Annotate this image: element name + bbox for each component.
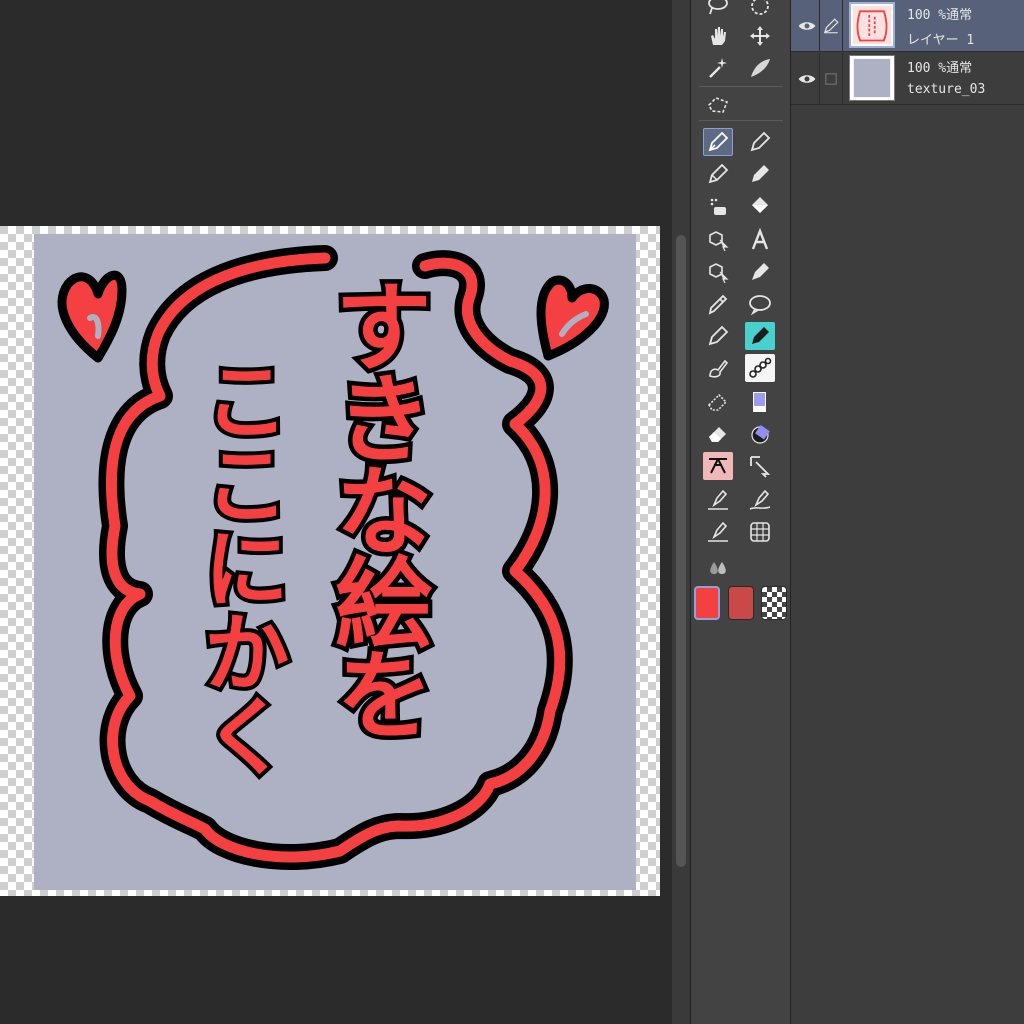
selection-icon[interactable]	[745, 0, 775, 20]
eye-icon[interactable]	[795, 14, 819, 38]
edit-pen-icon[interactable]	[819, 0, 843, 52]
layer-lock-checkbox[interactable]	[819, 53, 843, 105]
main-color-swatch[interactable]	[694, 586, 720, 620]
hard-eraser-icon[interactable]	[703, 420, 733, 448]
figure-decoration-icon[interactable]	[703, 452, 733, 480]
g-pen-icon[interactable]	[703, 322, 733, 350]
layer-thumbnail	[849, 2, 895, 48]
transparent-color-swatch[interactable]	[761, 586, 787, 620]
layer-panel: 100 %通常 レイヤー 1 100 %通常 texture_03	[790, 0, 1024, 1024]
drawing-canvas[interactable]: すきな絵を ここにかく	[0, 226, 660, 896]
brush-stroke-icon[interactable]	[745, 54, 775, 82]
tool-palette	[690, 0, 790, 1024]
hand-icon[interactable]	[703, 22, 733, 50]
tool-separator	[699, 86, 783, 87]
auto-fill-icon[interactable]	[703, 192, 733, 220]
line-pen-icon[interactable]	[703, 486, 733, 514]
marker-icon[interactable]	[745, 128, 775, 156]
teal-pen-icon[interactable]	[745, 322, 775, 350]
layer-opacity-blend: 100 %通常	[907, 61, 973, 76]
ruler-grid-icon[interactable]	[745, 518, 775, 546]
layer-name: texture_03	[907, 82, 986, 97]
scrollbar-thumb[interactable]	[676, 235, 686, 867]
sub-color-swatch[interactable]	[728, 586, 754, 620]
lasso-icon[interactable]	[703, 0, 733, 20]
line-pen-alt-icon[interactable]	[745, 486, 775, 514]
vector-pen-icon[interactable]	[745, 258, 775, 286]
text-tool-icon[interactable]	[745, 226, 775, 254]
selection-pen-icon[interactable]	[703, 90, 733, 118]
magic-wand-icon[interactable]	[703, 54, 733, 82]
operation-icon[interactable]	[703, 258, 733, 286]
blend-icon[interactable]	[703, 354, 733, 382]
soft-eraser-icon[interactable]	[703, 388, 733, 416]
pencil-icon[interactable]	[703, 160, 733, 188]
chain-brush-icon[interactable]	[745, 354, 775, 382]
layer-row[interactable]: 100 %通常 レイヤー 1	[791, 0, 1024, 52]
smooth-pen-icon[interactable]	[703, 518, 733, 546]
fill-bucket-icon[interactable]	[745, 192, 775, 220]
pen-icon[interactable]	[703, 128, 733, 156]
color-chip-icon[interactable]	[745, 388, 775, 416]
canvas-workspace[interactable]: すきな絵を ここにかく	[0, 0, 672, 1024]
layer-name: レイヤー 1	[907, 33, 975, 48]
correction-icon[interactable]	[745, 452, 775, 480]
blur-drops-icon[interactable]	[703, 552, 733, 580]
layer-row[interactable]: 100 %通常 texture_03	[791, 53, 1024, 105]
eyedropper-icon[interactable]	[703, 290, 733, 318]
canvas-text-line-2: ここにかく	[188, 356, 288, 776]
object-select-icon[interactable]	[703, 226, 733, 254]
canvas-text-line-1: すきな絵を	[318, 276, 432, 736]
pencil-alt-icon[interactable]	[745, 160, 775, 188]
layer-thumbnail	[849, 55, 895, 101]
gradient-tool-icon[interactable]	[745, 420, 775, 448]
tool-separator	[699, 120, 783, 121]
eye-icon[interactable]	[795, 67, 819, 91]
layer-opacity-blend: 100 %通常	[907, 8, 973, 23]
move-icon[interactable]	[745, 22, 775, 50]
speech-balloon-icon[interactable]	[745, 290, 775, 318]
